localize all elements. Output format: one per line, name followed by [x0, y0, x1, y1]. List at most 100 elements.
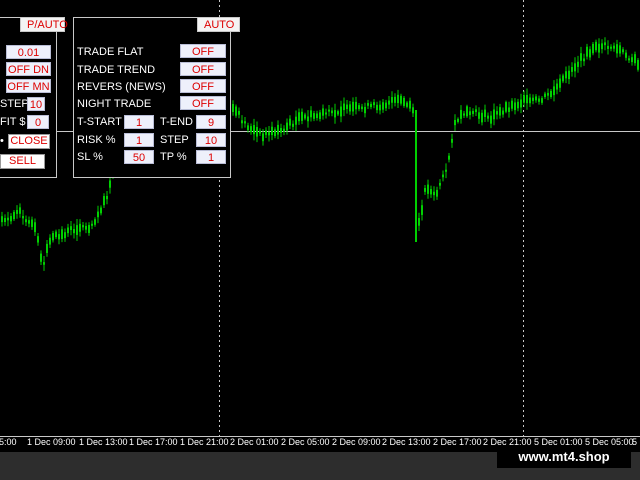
close-button-bullet: •	[0, 135, 4, 147]
candle	[457, 117, 459, 124]
candle	[568, 65, 570, 85]
candle	[613, 42, 615, 52]
candle	[256, 121, 258, 143]
right-step-field[interactable]: 10	[196, 133, 226, 147]
candle	[277, 120, 279, 140]
candle	[463, 111, 465, 118]
risk-label: RISK %	[77, 134, 116, 146]
candle	[37, 233, 39, 246]
lot-field[interactable]: 0.01	[6, 45, 51, 59]
candle	[34, 218, 36, 236]
candle	[286, 118, 288, 135]
risk-field[interactable]: 1	[124, 133, 154, 147]
candle	[307, 110, 309, 128]
candle	[16, 205, 18, 219]
candle	[91, 220, 93, 230]
dn-toggle[interactable]: OFF DN	[6, 62, 51, 76]
night-trade-toggle[interactable]: OFF	[180, 96, 226, 110]
candle	[526, 88, 528, 110]
candle	[538, 95, 540, 105]
candle	[562, 73, 564, 84]
candle	[7, 211, 9, 227]
candle	[409, 97, 411, 112]
candle	[61, 226, 63, 243]
candle	[547, 88, 549, 101]
candle	[253, 118, 255, 141]
candle	[589, 46, 591, 61]
candle	[1, 211, 3, 227]
time-tick-label: 2 Dec 01:00	[230, 437, 279, 447]
candle	[502, 107, 504, 118]
candle	[466, 104, 468, 118]
candle	[88, 222, 90, 236]
candle	[64, 228, 66, 242]
sl-label: SL %	[77, 151, 103, 163]
candle	[430, 185, 432, 198]
candle	[85, 222, 87, 234]
mn-toggle[interactable]: OFF MN	[6, 79, 51, 93]
candle	[382, 98, 384, 113]
panel-title-auto: AUTO	[197, 17, 240, 32]
candle	[529, 93, 531, 107]
candle	[328, 104, 330, 117]
candle	[310, 106, 312, 122]
time-tick-label: 1 Dec 17:00	[129, 437, 178, 447]
candle	[421, 199, 423, 221]
candle	[295, 110, 297, 131]
tp-field[interactable]: 1	[196, 150, 226, 164]
candle	[508, 101, 510, 118]
candle	[301, 108, 303, 125]
candle	[484, 104, 486, 122]
candle	[46, 240, 48, 257]
tp-label: TP %	[160, 151, 187, 163]
candle	[352, 97, 354, 116]
candle	[553, 80, 555, 102]
candle	[583, 53, 585, 66]
candle	[250, 123, 252, 135]
candle	[298, 108, 300, 125]
candle	[73, 223, 75, 239]
candle	[355, 96, 357, 115]
trade-trend-toggle[interactable]: OFF	[180, 62, 226, 76]
sl-field[interactable]: 50	[124, 150, 154, 164]
candle	[619, 42, 621, 57]
time-tick-label: 2 Dec 13:00	[382, 437, 431, 447]
candle	[424, 185, 426, 195]
candle	[478, 107, 480, 124]
candle	[472, 108, 474, 117]
revers-label: REVERS (NEWS)	[77, 81, 166, 93]
candle	[610, 44, 612, 52]
candle	[574, 57, 576, 78]
candle	[520, 93, 522, 114]
candle	[439, 179, 441, 190]
candle	[535, 94, 537, 103]
candle	[79, 219, 81, 237]
candle	[28, 216, 30, 228]
time-tick-label: 2 Dec 17:00	[433, 437, 482, 447]
candle	[106, 190, 108, 205]
candle	[397, 89, 399, 109]
profit-field[interactable]: 0	[27, 115, 49, 129]
candle	[31, 216, 33, 230]
trade-flat-toggle[interactable]: OFF	[180, 44, 226, 58]
candle	[43, 255, 45, 271]
candle	[523, 90, 525, 108]
trade-flat-label: TRADE FLAT	[77, 46, 144, 58]
candle	[4, 214, 6, 226]
t-start-field[interactable]: 1	[124, 115, 154, 129]
candle	[559, 74, 561, 92]
t-end-field[interactable]: 9	[196, 115, 226, 129]
close-button[interactable]: CLOSE	[8, 134, 50, 149]
candle	[268, 125, 270, 142]
brand-watermark: www.mt4.shop	[497, 446, 631, 468]
candle	[340, 100, 342, 123]
candle	[544, 91, 546, 99]
trade-trend-label: TRADE TREND	[77, 64, 156, 76]
revers-toggle[interactable]: OFF	[180, 79, 226, 93]
left-step-field[interactable]: 10	[27, 97, 45, 111]
left-step-label: STEP	[0, 98, 29, 110]
candle	[499, 103, 501, 119]
candle	[400, 93, 402, 106]
candle	[331, 107, 333, 117]
sell-button[interactable]: SELL	[0, 154, 45, 169]
